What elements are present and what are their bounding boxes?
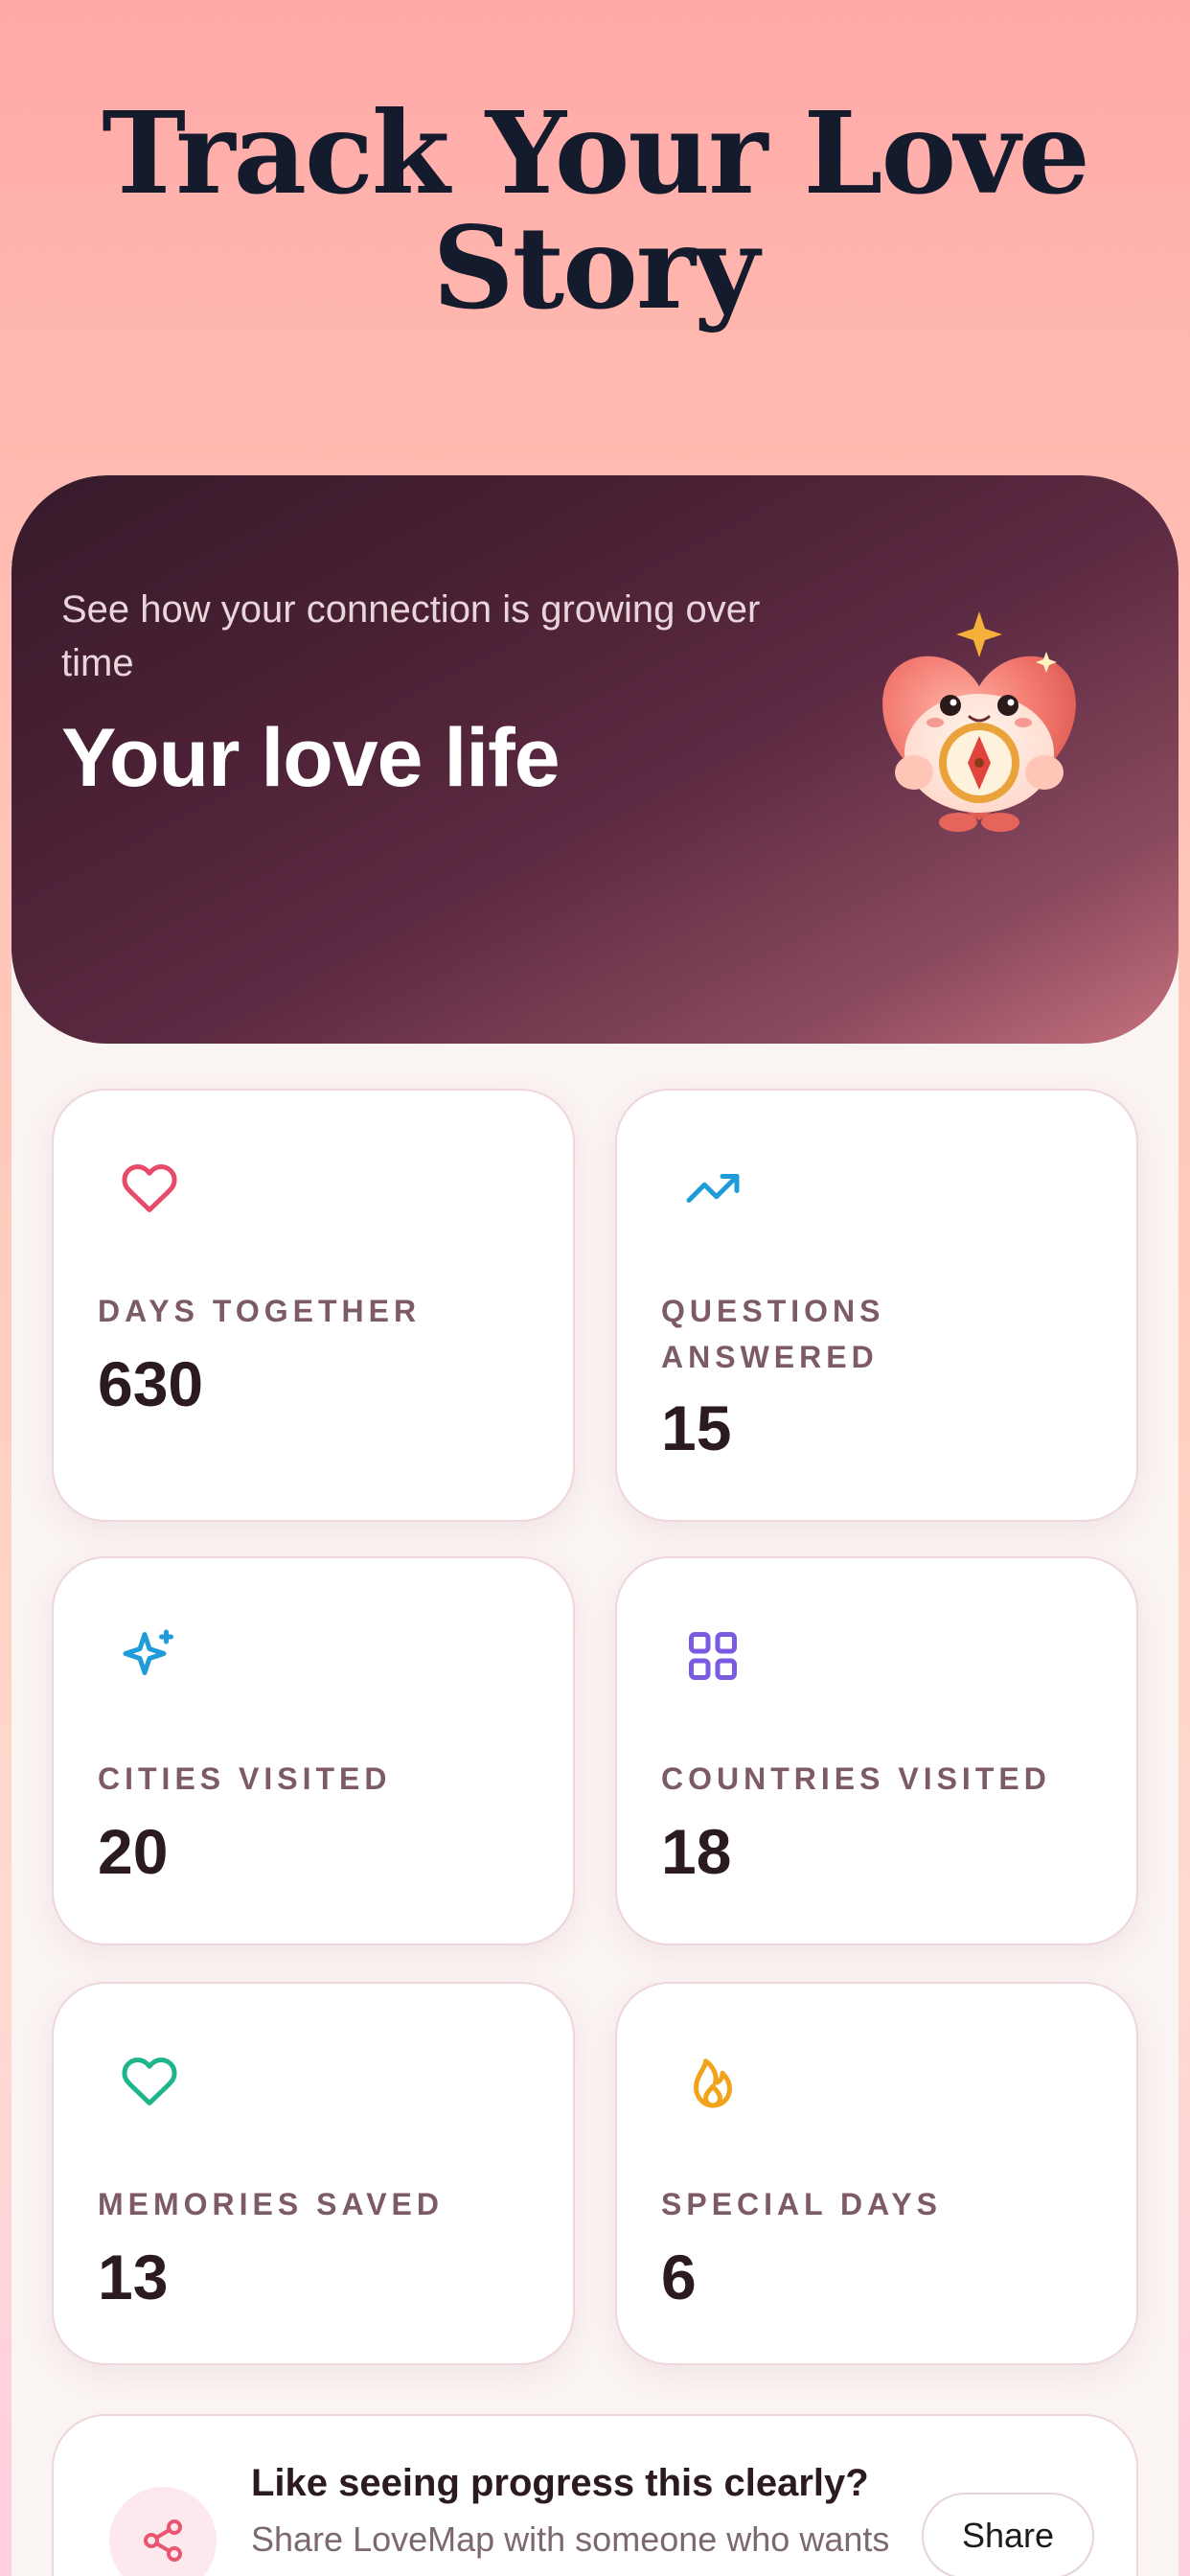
- page-headline: Track Your Love Story: [0, 96, 1190, 326]
- hero-subtitle: See how your connection is growing over …: [61, 588, 761, 684]
- stat-value: 20: [98, 1816, 169, 1887]
- stat-value: 630: [98, 1348, 204, 1419]
- stat-label: DAYS TOGETHER: [98, 1294, 422, 1328]
- headline-line-1: Track Your Love: [102, 86, 1090, 219]
- stat-label: QUESTIONS ANSWERED: [661, 1294, 885, 1374]
- promo-text: Share LoveMap with someone who wants: [251, 2519, 890, 2559]
- content-panel: See how your connection is growing over …: [11, 475, 1179, 2576]
- heart-outline-icon: [122, 2057, 177, 2105]
- stat-label: SPECIAL DAYS: [661, 2187, 942, 2221]
- trending-up-icon: [686, 1174, 740, 1203]
- stat-card-questions-answered[interactable]: QUESTIONS ANSWERED 15: [615, 1089, 1138, 1522]
- stat-card-days-together[interactable]: DAYS TOGETHER 630: [52, 1089, 575, 1522]
- share-icon-badge: [109, 2487, 217, 2576]
- share-icon: [144, 2519, 182, 2562]
- hero-title: Your love life: [61, 712, 561, 804]
- heart-outline-icon: [122, 1163, 177, 1212]
- share-promo-card: Like seeing progress this clearly? Share…: [52, 2414, 1138, 2576]
- promo-title: Like seeing progress this clearly?: [251, 2462, 869, 2504]
- stat-card-memories-saved[interactable]: MEMORIES SAVED 13: [52, 1982, 575, 2365]
- sparkle-icon: [123, 1629, 173, 1675]
- headline-line-2: Story: [432, 201, 759, 334]
- stat-value: 13: [98, 2242, 169, 2312]
- stat-label: CITIES VISITED: [98, 1761, 392, 1796]
- stat-value: 15: [661, 1392, 732, 1463]
- stat-card-countries-visited[interactable]: COUNTRIES VISITED 18: [615, 1556, 1138, 1945]
- stat-value: 18: [661, 1816, 732, 1887]
- stat-label: MEMORIES SAVED: [98, 2187, 444, 2221]
- stat-card-special-days[interactable]: SPECIAL DAYS 6: [615, 1982, 1138, 2365]
- heart-compass-mascot-icon: [882, 611, 1076, 832]
- share-button[interactable]: Share: [922, 2493, 1094, 2576]
- stat-label: COUNTRIES VISITED: [661, 1761, 1051, 1796]
- flame-icon: [694, 2058, 732, 2108]
- stat-value: 6: [661, 2242, 697, 2312]
- grid-icon: [689, 1632, 737, 1680]
- stat-card-cities-visited[interactable]: CITIES VISITED 20: [52, 1556, 575, 1945]
- hero-card: See how your connection is growing over …: [11, 475, 1179, 1044]
